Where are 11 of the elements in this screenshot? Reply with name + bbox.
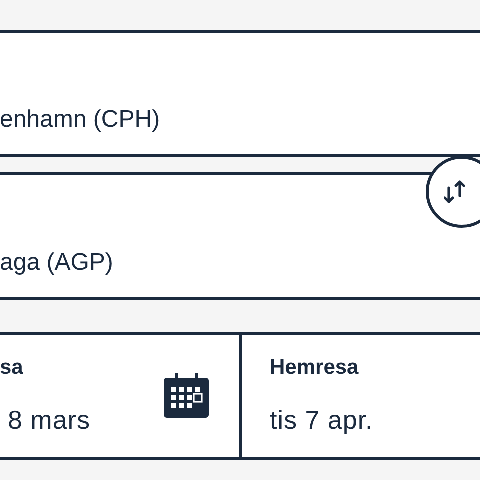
swap-arrows-icon: [444, 179, 466, 205]
date-field[interactable]: sa 8 mars: [0, 335, 242, 457]
date-value: tis 7 apr.: [270, 405, 374, 435]
origin-field[interactable]: enhamn (CPH): [0, 30, 480, 157]
swap-button[interactable]: [426, 156, 480, 228]
date-label: Hemresa: [270, 355, 360, 381]
date-value: 8 mars: [7, 405, 90, 435]
date-field[interactable]: Hemresa tis 7 apr.: [242, 335, 480, 457]
destination-field[interactable]: aga (AGP): [0, 172, 480, 300]
date-label: sa: [0, 355, 24, 381]
calendar-icon: [164, 373, 209, 418]
